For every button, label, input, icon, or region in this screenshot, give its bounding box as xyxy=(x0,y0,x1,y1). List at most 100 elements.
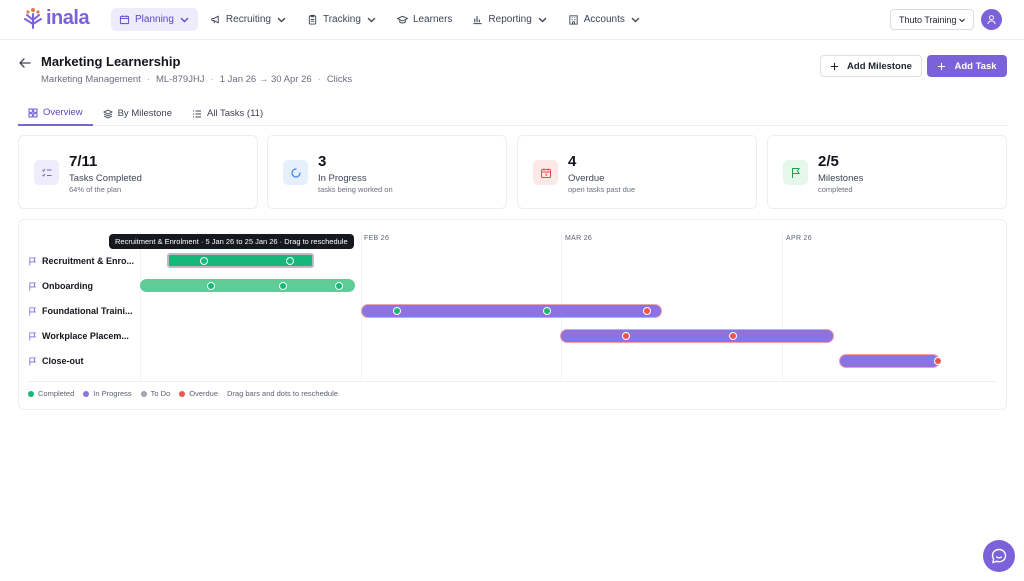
stat-label: Tasks Completed xyxy=(69,173,142,184)
tab-all-tasks[interactable]: All Tasks (11) xyxy=(182,101,273,126)
nav-reporting[interactable]: Reporting xyxy=(464,8,555,31)
list-icon xyxy=(192,110,201,117)
milestone-name: Workplace Placem... xyxy=(42,331,129,341)
organization-name: Thuto Training xyxy=(899,14,957,25)
chevron-down-icon xyxy=(959,18,965,22)
task-dot[interactable] xyxy=(335,281,343,290)
legend-swatch xyxy=(28,390,34,397)
milestone-row-onboarding[interactable]: Onboarding xyxy=(28,279,93,293)
back-arrow-icon[interactable] xyxy=(18,56,32,70)
month-label-apr: APR 26 xyxy=(786,235,812,242)
nav-label: Accounts xyxy=(583,14,625,25)
task-dot[interactable] xyxy=(393,307,401,315)
milestone-name: Foundational Traini... xyxy=(42,306,133,316)
task-dot-overdue[interactable] xyxy=(622,332,630,340)
chat-bubble-icon xyxy=(991,548,1007,564)
nav-accounts[interactable]: Accounts xyxy=(560,8,649,31)
task-dot[interactable] xyxy=(207,281,215,290)
alarm-icon xyxy=(533,160,558,185)
legend-swatch xyxy=(140,390,147,397)
tab-by-milestone[interactable]: By Milestone xyxy=(93,101,182,126)
milestone-bar-foundational-training[interactable] xyxy=(361,304,662,318)
milestone-bar-workplace-placement[interactable] xyxy=(560,329,834,343)
month-label-mar: MAR 26 xyxy=(565,235,593,242)
gantt-legend: Completed In Progress To Do Overdue Drag… xyxy=(28,389,338,398)
milestone-name: Onboarding xyxy=(42,281,93,291)
bar-tooltip: Recruitment & Enrolment · 5 Jan 26 to 25… xyxy=(109,234,354,249)
stat-card-overdue: 4 Overdue open tasks past due xyxy=(517,135,757,209)
separator: · xyxy=(210,74,214,85)
top-navigation: inala Planning Recruiting Tracking Learn… xyxy=(0,0,1024,40)
add-task-button[interactable]: Add Task xyxy=(927,55,1007,77)
nav-label: Planning xyxy=(135,14,174,25)
separator: · xyxy=(146,74,150,85)
stat-card-tasks-completed: 7/11 Tasks Completed 64% of the plan xyxy=(18,135,258,209)
legend-label: To Do xyxy=(150,389,171,398)
month-label-feb: FEB 26 xyxy=(364,235,390,242)
task-dot-overdue[interactable] xyxy=(729,332,737,340)
milestone-row-workplace-placement[interactable]: Workplace Placem... xyxy=(28,329,129,343)
flag-icon xyxy=(29,281,36,291)
nav-planning[interactable]: Planning xyxy=(111,8,198,31)
logo-text: inala xyxy=(46,6,90,29)
logo-mark-icon xyxy=(24,8,42,29)
task-dot[interactable] xyxy=(200,256,208,265)
nav-recruiting[interactable]: Recruiting xyxy=(202,8,295,31)
inala-logo[interactable]: inala xyxy=(22,6,90,30)
milestone-row-recruitment[interactable]: Recruitment & Enro... xyxy=(28,254,134,268)
nav-label: Recruiting xyxy=(225,14,271,25)
stat-value: 3 xyxy=(318,153,327,170)
plus-icon xyxy=(830,62,839,70)
organization-selector[interactable]: Thuto Training xyxy=(890,9,974,30)
program-code: ML-879JHJ xyxy=(155,74,205,85)
legend-hint: Drag bars and dots to reschedule xyxy=(227,389,338,398)
legend-swatch xyxy=(83,390,90,397)
program-meta: Marketing Management · ML-879JHJ · 1 Jan… xyxy=(41,74,352,85)
nav-learners[interactable]: Learners xyxy=(389,8,460,31)
stat-sublabel: completed xyxy=(818,185,853,194)
tab-overview[interactable]: Overview xyxy=(18,101,93,126)
separator: · xyxy=(317,74,321,85)
checklist-icon xyxy=(34,160,59,185)
legend-completed: Completed xyxy=(28,389,74,398)
milestone-row-foundational-training[interactable]: Foundational Traini... xyxy=(28,304,133,318)
stat-sublabel: tasks being worked on xyxy=(318,185,393,194)
milestone-bar-close-out[interactable] xyxy=(839,354,940,368)
milestone-name: Close-out xyxy=(42,356,84,366)
user-avatar[interactable] xyxy=(981,9,1002,30)
main-nav: Planning Recruiting Tracking Learners Re… xyxy=(111,8,649,31)
nav-tracking[interactable]: Tracking xyxy=(299,8,385,31)
legend-label: Completed xyxy=(38,389,75,398)
spinner-icon xyxy=(283,160,308,185)
stat-card-milestones: 2/5 Milestones completed xyxy=(767,135,1007,209)
stat-value: 7/11 xyxy=(69,153,98,170)
legend-divider xyxy=(28,381,996,382)
building-icon xyxy=(569,15,578,25)
legend-to-do: To Do xyxy=(140,389,171,398)
task-dot[interactable] xyxy=(543,307,551,315)
task-dot[interactable] xyxy=(286,256,294,265)
add-milestone-label: Add Milestone xyxy=(847,60,912,72)
stat-card-in-progress: 3 In Progress tasks being worked on xyxy=(267,135,507,209)
milestone-bar-onboarding[interactable] xyxy=(140,279,355,292)
task-dot[interactable] xyxy=(279,281,287,290)
gridline xyxy=(140,232,141,382)
stat-label: Milestones xyxy=(818,173,864,184)
nav-label: Reporting xyxy=(488,14,532,25)
legend-in-progress: In Progress xyxy=(83,389,132,398)
legend-swatch xyxy=(179,390,186,397)
flag-icon xyxy=(29,306,36,316)
gridline xyxy=(782,232,783,382)
milestone-row-close-out[interactable]: Close-out xyxy=(28,354,84,368)
stat-label: In Progress xyxy=(318,173,367,184)
task-dot-overdue[interactable] xyxy=(934,357,942,365)
layers-icon xyxy=(102,108,113,119)
chevron-down-icon xyxy=(277,17,286,23)
chevron-down-icon xyxy=(631,17,640,23)
flag-icon xyxy=(29,331,36,341)
clipboard-icon xyxy=(308,14,317,25)
chat-button[interactable] xyxy=(983,540,1015,572)
add-milestone-button[interactable]: Add Milestone xyxy=(820,55,922,77)
graduation-cap-icon xyxy=(396,15,408,24)
task-dot-overdue[interactable] xyxy=(643,307,651,315)
